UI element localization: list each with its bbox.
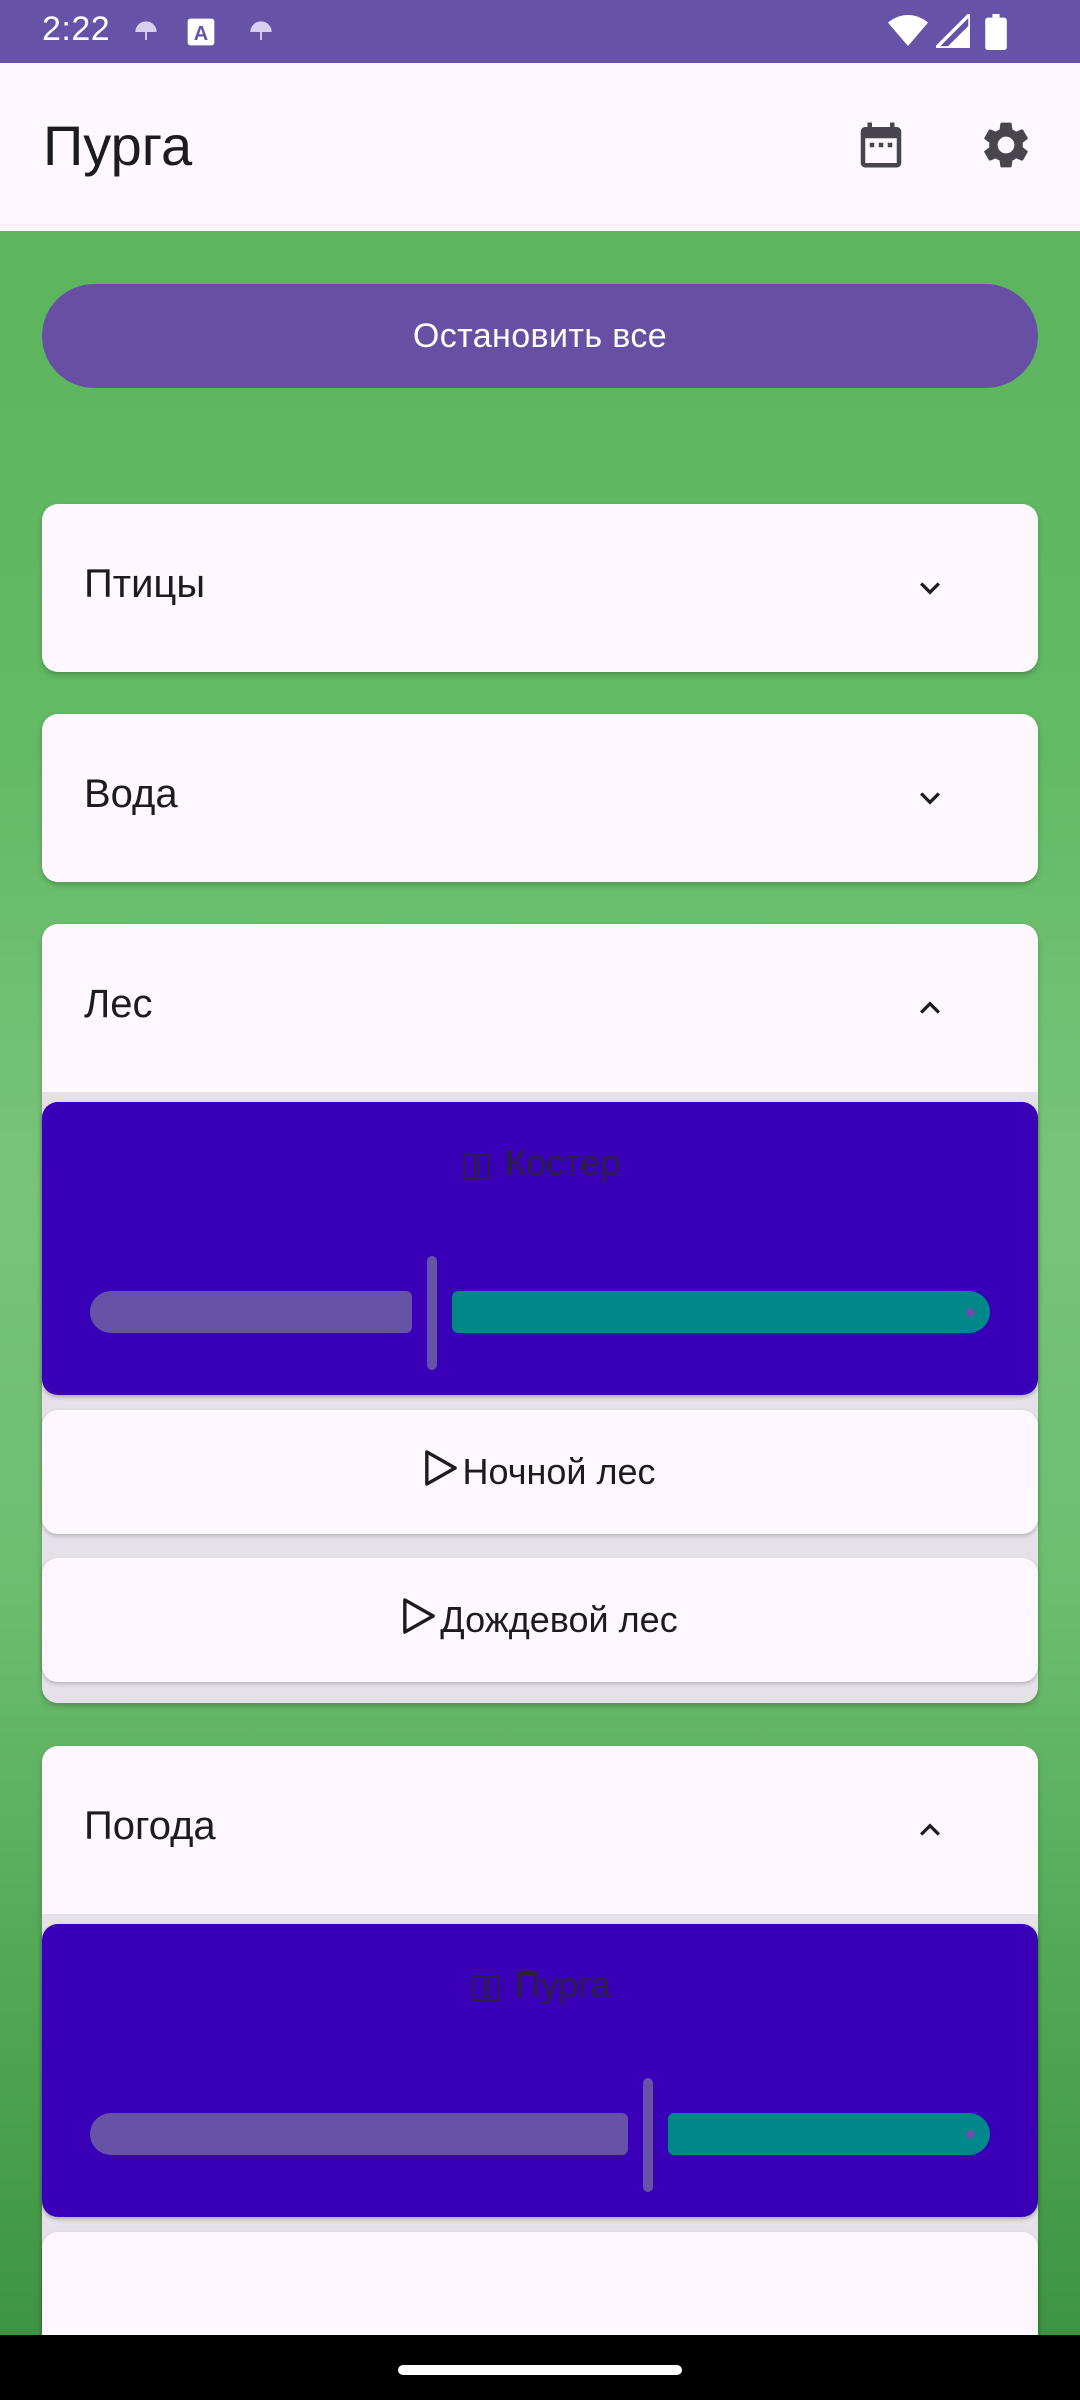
calendar-icon [854,117,908,178]
section-water: Вода [42,714,1038,882]
calendar-button[interactable] [845,111,917,183]
app-title: Пурга [43,114,193,177]
navigation-bar [0,2335,1080,2400]
sound-item-partial[interactable] [42,2232,1038,2335]
umbrella-icon [245,16,277,48]
battery-icon [985,14,1007,51]
play-icon [424,1449,458,1496]
settings-icon [978,117,1034,178]
slider-inactive-track [452,1291,990,1333]
chevron-up-icon [910,988,950,1028]
play-icon [402,1597,436,1644]
slider-active-track [90,1291,412,1333]
section-title: Вода [84,772,178,816]
section-title: Лес [84,982,153,1026]
slider-active-track [90,2113,628,2155]
section-header[interactable]: Лес [42,924,1038,1092]
section-header[interactable]: Погода [42,1746,1038,1914]
sound-item-rainforest[interactable]: Дождевой лес [42,1558,1038,1682]
chevron-up-icon [910,1810,950,1850]
pause-icon: ▯▯ [459,1145,493,1183]
playing-sound-card[interactable]: ▯▯ Пурга [42,1924,1038,2217]
content-area: Остановить все Птицы Вода Лес ▯▯ Костер … [0,231,1080,2335]
text-a-icon: A [185,16,217,48]
chevron-down-icon [910,568,950,608]
status-time: 2:22 [42,10,111,48]
slider-stop-indicator [966,2130,975,2139]
section-title: Погода [84,1804,216,1848]
sound-name: Костер [505,1142,621,1183]
playing-sound-label[interactable]: ▯▯ Костер [42,1142,1038,1184]
section-header[interactable]: Птицы [42,504,1038,672]
umbrella-icon [130,16,162,48]
stop-all-button[interactable]: Остановить все [42,284,1038,388]
home-handle[interactable] [398,2365,682,2375]
section-birds: Птицы [42,504,1038,672]
cellular-icon [931,9,972,50]
sound-item-label: Дождевой лес [440,1599,678,1640]
app-bar: Пурга [0,63,1080,231]
slider-thumb[interactable] [427,1256,437,1370]
sound-item-label: Ночной лес [462,1451,656,1492]
slider-stop-indicator [966,1308,975,1317]
playing-sound-card[interactable]: ▯▯ Костер [42,1102,1038,1395]
chevron-down-icon [910,778,950,818]
section-forest: Лес ▯▯ Костер Ночной лес Дождевой лес [42,924,1038,1703]
svg-text:A: A [194,23,208,45]
section-body: ▯▯ Костер Ночной лес Дождевой лес [42,1092,1038,1703]
section-body: ▯▯ Пурга [42,1914,1038,2335]
section-title: Птицы [84,562,206,606]
wifi-icon [888,14,928,48]
section-header[interactable]: Вода [42,714,1038,882]
settings-button[interactable] [970,111,1042,183]
playing-sound-label[interactable]: ▯▯ Пурга [42,1964,1038,2006]
slider-inactive-track [668,2113,990,2155]
status-bar: 2:22 A [0,0,1080,63]
pause-icon: ▯▯ [469,1967,502,2005]
slider-thumb[interactable] [643,2078,653,2192]
section-weather: Погода ▯▯ Пурга [42,1746,1038,2335]
sound-item-night-forest[interactable]: Ночной лес [42,1410,1038,1534]
sound-name: Пурга [514,1964,611,2005]
